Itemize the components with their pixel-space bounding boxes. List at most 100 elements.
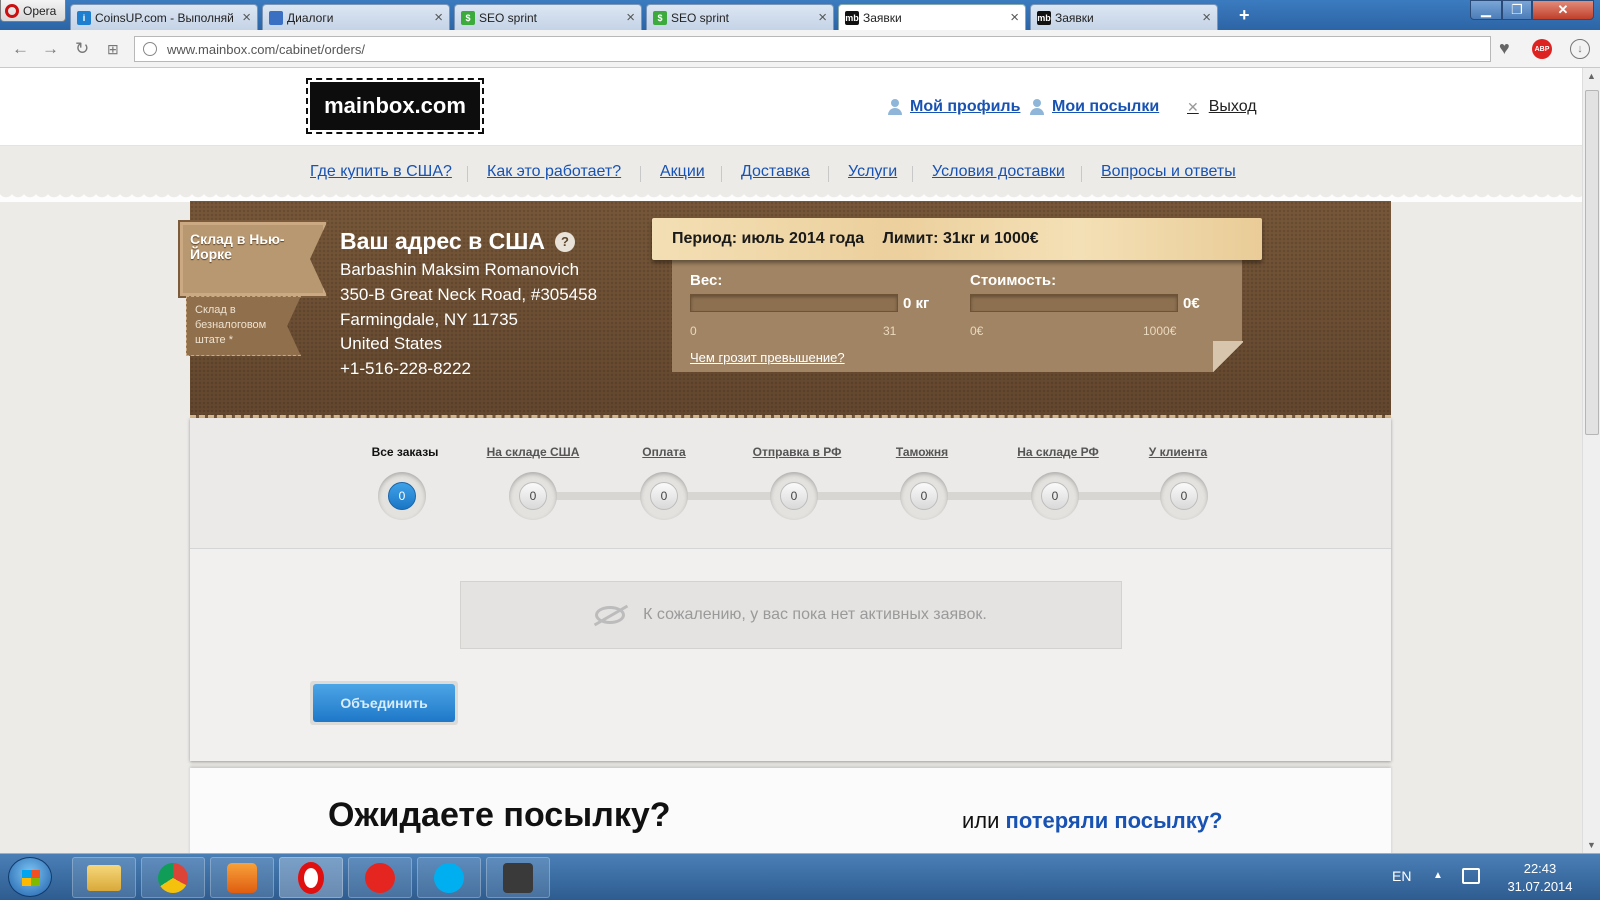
taskbar-chrome[interactable]	[141, 857, 205, 898]
help-icon[interactable]: ?	[554, 231, 575, 252]
address-title: Ваш адрес в США ?	[340, 228, 575, 255]
reload-icon[interactable]: ↻	[75, 39, 89, 59]
address-line: Farmingdale, NY 11735	[340, 310, 518, 329]
tab-orders-active[interactable]: mb Заявки ×	[838, 4, 1026, 30]
lost-parcel-link[interactable]: потеряли посылку?	[1006, 808, 1223, 833]
weight-min: 0	[690, 324, 697, 338]
close-tab-icon[interactable]: ×	[818, 9, 827, 26]
merge-button[interactable]: Объединить	[310, 681, 458, 725]
heart-icon[interactable]: ♥	[1499, 38, 1510, 59]
new-tab-button[interactable]: +	[1239, 5, 1250, 26]
limit-text: Лимит: 31кг и 1000€	[882, 230, 1039, 247]
taskbar-yandex[interactable]	[348, 857, 412, 898]
back-arrow-icon[interactable]: ←	[12, 39, 29, 59]
nav-how-it-works[interactable]: Как это работает?	[487, 163, 621, 181]
page-fold	[1213, 341, 1243, 373]
status-label-ru-warehouse[interactable]: На складе РФ	[1017, 445, 1099, 459]
close-tab-icon[interactable]: ×	[242, 9, 251, 26]
status-count-ru-warehouse[interactable]: 0	[1031, 472, 1079, 520]
taskbar-opera[interactable]	[279, 857, 343, 898]
seo-sprint-favicon-icon: $	[461, 10, 475, 25]
lost-parcel-line: или потеряли посылку?	[962, 808, 1223, 833]
opera-icon	[298, 861, 324, 894]
weight-label: Вес:	[690, 272, 723, 289]
folder-icon	[87, 864, 121, 891]
warehouse-taxfree-ribbon[interactable]: Склад в безналоговом штате *	[186, 296, 301, 356]
status-label-customs[interactable]: Таможня	[896, 445, 948, 459]
period-text: Период: июль 2014 года	[672, 230, 865, 247]
scroll-thumb[interactable]	[1585, 90, 1599, 435]
speed-dial-grid-icon[interactable]: ⊞	[107, 41, 119, 58]
status-label-us-warehouse[interactable]: На складе США	[487, 445, 580, 459]
taskbar-skype[interactable]	[417, 857, 481, 898]
windows-taskbar: EN ▲ 22:43 31.07.2014	[0, 853, 1600, 900]
hidden-eye-icon	[595, 606, 626, 624]
url-input[interactable]: www.mainbox.com/cabinet/orders/	[134, 36, 1491, 62]
status-label-shipping-ru[interactable]: Отправка в РФ	[753, 445, 842, 459]
taskbar-explorer[interactable]	[72, 857, 136, 898]
status-count-all[interactable]: 0	[378, 472, 426, 520]
scroll-down-arrow-icon[interactable]: ▼	[1587, 840, 1596, 850]
close-tab-icon[interactable]: ×	[434, 9, 443, 26]
weight-progress-bar	[690, 294, 898, 312]
address-line: Barbashin Maksim Romanovich	[340, 260, 580, 279]
cost-max: 1000€	[1143, 324, 1177, 338]
start-button[interactable]	[8, 857, 52, 897]
nav-divider	[912, 166, 913, 182]
opera-menu-button[interactable]: Opera	[0, 0, 66, 22]
opera-logo-icon	[5, 3, 19, 18]
status-label-all[interactable]: Все заказы	[372, 445, 439, 459]
address-line: United States	[340, 334, 443, 353]
status-count-delivered[interactable]: 0	[1160, 472, 1208, 520]
status-count-us-warehouse[interactable]: 0	[509, 472, 557, 520]
status-label-payment[interactable]: Оплата	[642, 445, 685, 459]
nav-divider	[640, 166, 641, 182]
my-parcels-link[interactable]: Мои посылки	[1030, 98, 1159, 116]
tab-dialogs[interactable]: Диалоги ×	[262, 4, 450, 30]
system-clock[interactable]: 22:43 31.07.2014	[1500, 860, 1580, 896]
adblock-icon[interactable]: ABP	[1532, 39, 1552, 59]
minimize-window-button[interactable]: ▁	[1470, 0, 1502, 20]
nav-delivery-terms[interactable]: Условия доставки	[932, 163, 1065, 181]
keyboard-language[interactable]: EN	[1392, 868, 1411, 884]
status-count-shipping-ru[interactable]: 0	[770, 472, 818, 520]
site-logo[interactable]: mainbox.com	[306, 78, 484, 134]
exceed-limit-link[interactable]: Чем грозит превышение?	[690, 350, 845, 365]
tab-orders[interactable]: mb Заявки ×	[1030, 4, 1218, 30]
tab-coinsup[interactable]: i CoinsUP.com - Выполняй ×	[70, 4, 258, 30]
person-icon	[888, 99, 902, 115]
seo-sprint-favicon-icon: $	[653, 10, 667, 25]
cost-value: 0€	[1183, 295, 1200, 312]
page-scrollbar[interactable]: ▲ ▼	[1582, 68, 1600, 853]
my-profile-link[interactable]: Мой профиль	[888, 98, 1020, 116]
nav-divider	[721, 166, 722, 182]
logout-link[interactable]: ✕ Выход	[1187, 98, 1257, 116]
await-parcel-title: Ожидаете посылку?	[328, 796, 671, 834]
taskbar-media-player[interactable]	[210, 857, 274, 898]
nav-promotions[interactable]: Акции	[660, 163, 705, 181]
network-icon[interactable]	[1462, 868, 1480, 884]
opera-menu-label: Opera	[23, 3, 57, 18]
nav-where-to-buy[interactable]: Где купить в США?	[310, 163, 452, 181]
scroll-up-arrow-icon[interactable]: ▲	[1587, 71, 1596, 81]
taskbar-world-of-tanks[interactable]	[486, 857, 550, 898]
tab-seo-sprint-2[interactable]: $ SEO sprint ×	[646, 4, 834, 30]
forward-arrow-icon[interactable]: →	[42, 39, 59, 59]
close-tab-icon[interactable]: ×	[626, 9, 635, 26]
mainbox-favicon-icon: mb	[845, 10, 859, 25]
close-tab-icon[interactable]: ×	[1202, 9, 1211, 26]
close-tab-icon[interactable]: ×	[1010, 9, 1019, 26]
show-hidden-icons-icon[interactable]: ▲	[1433, 870, 1443, 881]
maximize-window-button[interactable]: ❐	[1502, 0, 1532, 20]
tab-seo-sprint-1[interactable]: $ SEO sprint ×	[454, 4, 642, 30]
status-count-customs[interactable]: 0	[900, 472, 948, 520]
nav-faq[interactable]: Вопросы и ответы	[1101, 163, 1236, 181]
period-sign: Период: июль 2014 года Лимит: 31кг и 100…	[652, 218, 1262, 260]
download-icon[interactable]: ↓	[1570, 39, 1590, 59]
nav-services[interactable]: Услуги	[848, 163, 897, 181]
status-label-delivered[interactable]: У клиента	[1149, 445, 1207, 459]
close-window-button[interactable]: ✕	[1532, 0, 1594, 20]
status-count-payment[interactable]: 0	[640, 472, 688, 520]
warehouse-ny-ribbon[interactable]: Склад в Нью-Йорке	[178, 220, 328, 298]
nav-delivery[interactable]: Доставка	[741, 163, 810, 181]
